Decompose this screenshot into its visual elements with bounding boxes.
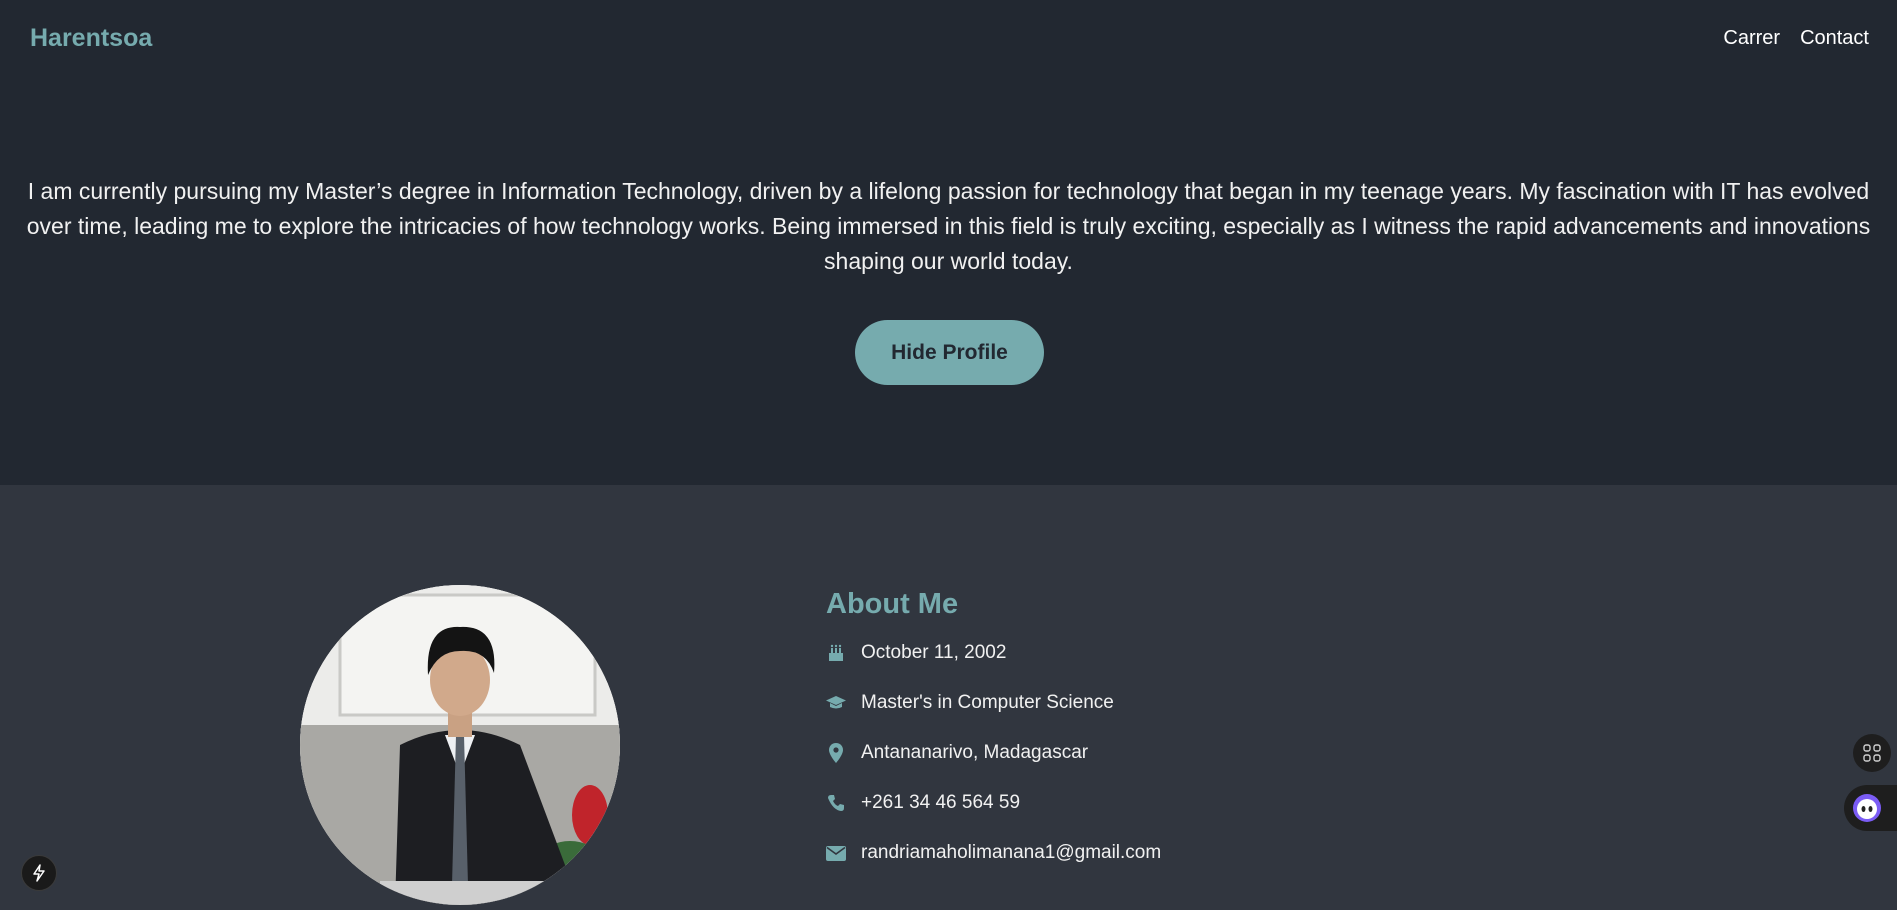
nav-links: Carrer Contact [1723, 27, 1869, 50]
envelope-icon [826, 843, 846, 863]
about-title: About Me [826, 588, 959, 620]
lightning-bolt-button[interactable] [21, 855, 57, 891]
birthday-text: October 11, 2002 [861, 642, 1007, 663]
bot-face-icon [1853, 794, 1881, 822]
email-text: randriamaholimanana1@gmail.com [861, 842, 1162, 863]
profile-photo [300, 585, 620, 905]
brand-logo[interactable]: Harentsoa [30, 24, 152, 53]
info-location: Antananarivo, Madagascar [826, 738, 1088, 768]
hero-section: Harentsoa Carrer Contact I am currently … [0, 0, 1897, 485]
phone-text: +261 34 46 564 59 [861, 792, 1021, 813]
location-text: Antananarivo, Madagascar [861, 742, 1089, 763]
about-section: About Me October 11, 2002 Master's in Co… [0, 485, 1897, 910]
phone-icon [826, 793, 846, 813]
hide-profile-button[interactable]: Hide Profile [855, 320, 1044, 385]
assistant-bot-button[interactable] [1844, 785, 1897, 831]
info-birthday: October 11, 2002 [826, 638, 1006, 668]
grid-icon [1863, 744, 1881, 762]
graduation-cap-icon [826, 693, 846, 713]
apps-grid-button[interactable] [1853, 734, 1891, 772]
lightning-bolt-icon [33, 864, 45, 882]
intro-text: I am currently pursuing my Master’s degr… [26, 178, 1871, 274]
nav-link-contact[interactable]: Contact [1800, 27, 1869, 50]
info-email: randriamaholimanana1@gmail.com [826, 838, 1161, 868]
info-phone: +261 34 46 564 59 [826, 788, 1020, 818]
profile-photo-illustration [300, 585, 620, 905]
navbar: Harentsoa Carrer Contact [0, 0, 1897, 76]
nav-link-carrer[interactable]: Carrer [1723, 27, 1780, 50]
map-marker-icon [826, 743, 846, 763]
birthday-cake-icon [826, 643, 846, 663]
education-text: Master's in Computer Science [861, 692, 1114, 713]
info-education: Master's in Computer Science [826, 688, 1114, 718]
